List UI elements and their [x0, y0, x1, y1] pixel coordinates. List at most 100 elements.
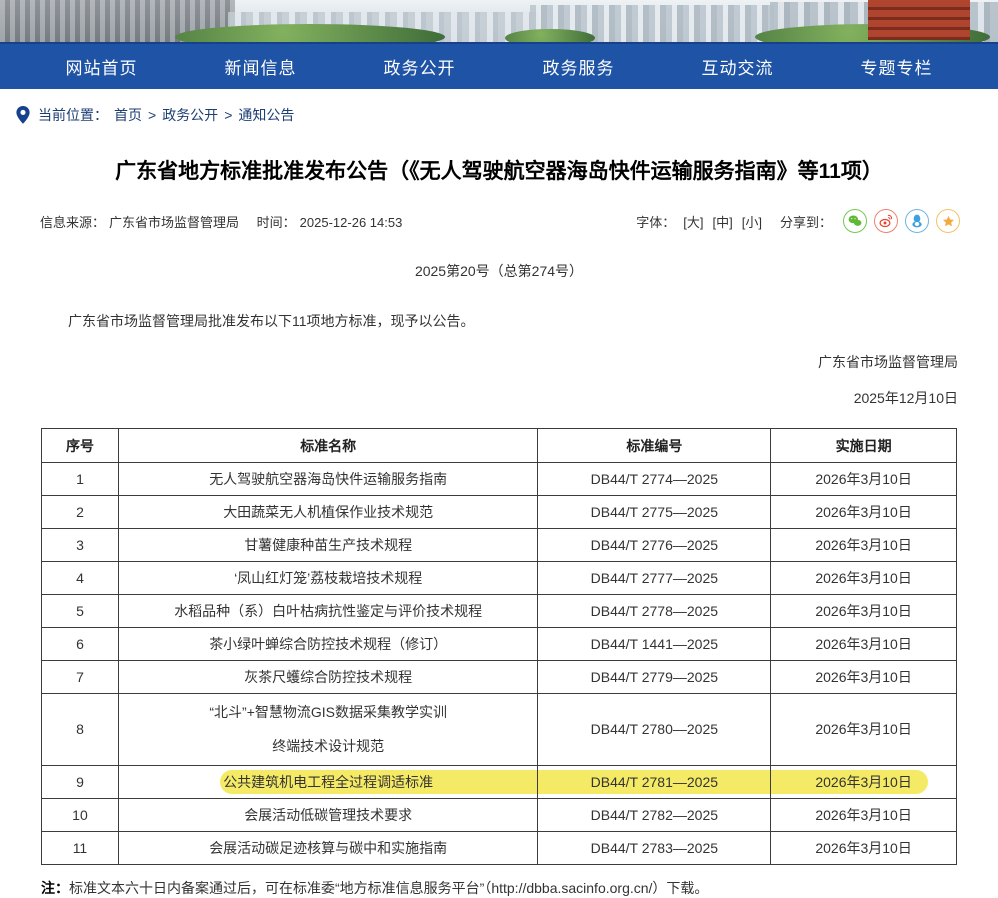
wechat-icon	[847, 213, 863, 229]
cell-code: DB44/T 2781—2025	[538, 766, 771, 799]
cell-code: DB44/T 2782—2025	[538, 799, 771, 832]
nav-item-news[interactable]: 新闻信息	[181, 44, 340, 89]
cell-code: DB44/T 2783—2025	[538, 832, 771, 865]
time-label: 时间：	[257, 215, 296, 230]
cell-no: 1	[42, 463, 119, 496]
weibo-icon	[878, 213, 894, 229]
cell-name: 茶小绿叶蝉综合防控技术规程（修订）	[119, 628, 539, 661]
cell-date: 2026年3月10日	[771, 799, 957, 832]
share-weibo-button[interactable]	[874, 209, 898, 233]
nav-item-home[interactable]: 网站首页	[22, 44, 181, 89]
table-row: 7 灰茶尺蠖综合防控技术规程 DB44/T 2779—2025 2026年3月1…	[42, 661, 957, 694]
cell-code: DB44/T 2776—2025	[538, 529, 771, 562]
article-meta-row: 信息来源：广东省市场监督管理局 时间：2025-12-26 14:53 字体： …	[40, 209, 960, 233]
cell-code: DB44/T 2779—2025	[538, 661, 771, 694]
cell-name: ‘凤山红灯笼’荔枝栽培技术规程	[119, 562, 539, 595]
header-banner-image	[0, 0, 998, 42]
cell-no: 2	[42, 496, 119, 529]
cell-date: 2026年3月10日	[771, 694, 957, 766]
cell-code: DB44/T 2778—2025	[538, 595, 771, 628]
share-label: 分享到：	[780, 212, 832, 231]
font-size-large-button[interactable]: [大]	[683, 212, 703, 231]
table-row: 6 茶小绿叶蝉综合防控技术规程（修订） DB44/T 1441—2025 202…	[42, 628, 957, 661]
source-label: 信息来源：	[40, 215, 105, 230]
cell-code: DB44/T 2775—2025	[538, 496, 771, 529]
nav-item-gov-open[interactable]: 政务公开	[340, 44, 499, 89]
cell-code: DB44/T 2777—2025	[538, 562, 771, 595]
cell-date: 2026年3月10日	[771, 832, 957, 865]
breadcrumb-separator: >	[148, 107, 156, 123]
cell-name: 甘薯健康种苗生产技术规程	[119, 529, 539, 562]
page-title: 广东省地方标准批准发布公告（《无人驾驶航空器海岛快件运输服务指南》等11项）	[40, 155, 958, 185]
cell-name: 水稻品种（系）白叶枯病抗性鉴定与评价技术规程	[119, 595, 539, 628]
table-header-row: 序号 标准名称 标准编号 实施日期	[42, 429, 957, 463]
cell-date: 2026年3月10日	[771, 766, 957, 799]
cell-date: 2026年3月10日	[771, 661, 957, 694]
table-row-highlighted: 9 公共建筑机电工程全过程调适标准 DB44/T 2781—2025 2026年…	[42, 766, 957, 799]
font-size-medium-button[interactable]: [中]	[713, 212, 733, 231]
cell-no: 7	[42, 661, 119, 694]
col-header-date: 实施日期	[771, 429, 957, 463]
table-row: 3 甘薯健康种苗生产技术规程 DB44/T 2776—2025 2026年3月1…	[42, 529, 957, 562]
table-row: 10 会展活动低碳管理技术要求 DB44/T 2782—2025 2026年3月…	[42, 799, 957, 832]
standards-table: 序号 标准名称 标准编号 实施日期 1 无人驾驶航空器海岛快件运输服务指南 DB…	[41, 428, 957, 865]
footnote-prefix: 注：	[41, 880, 69, 896]
share-qq-button[interactable]	[905, 209, 929, 233]
nav-item-gov-service[interactable]: 政务服务	[499, 44, 658, 89]
cell-code: DB44/T 1441—2025	[538, 628, 771, 661]
cell-no: 6	[42, 628, 119, 661]
cell-date: 2026年3月10日	[771, 463, 957, 496]
nav-item-special[interactable]: 专题专栏	[817, 44, 976, 89]
breadcrumb-notices[interactable]: 通知公告	[238, 105, 294, 125]
cell-name: 大田蔬菜无人机植保作业技术规范	[119, 496, 539, 529]
breadcrumb-label: 当前位置：	[38, 105, 108, 125]
cell-date: 2026年3月10日	[771, 562, 957, 595]
article-source-info: 信息来源：广东省市场监督管理局 时间：2025-12-26 14:53	[40, 212, 406, 231]
time-value: 2025-12-26 14:53	[300, 215, 403, 230]
cell-date: 2026年3月10日	[771, 496, 957, 529]
share-wechat-button[interactable]	[843, 209, 867, 233]
table-row: 1 无人驾驶航空器海岛快件运输服务指南 DB44/T 2774—2025 202…	[42, 463, 957, 496]
main-nav: 网站首页 新闻信息 政务公开 政务服务 互动交流 专题专栏	[0, 42, 998, 89]
banner-pagoda	[868, 0, 970, 40]
font-size-label: 字体：	[636, 212, 675, 231]
col-header-code: 标准编号	[538, 429, 771, 463]
cell-name: 会展活动碳足迹核算与碳中和实施指南	[119, 832, 539, 865]
cell-name: 公共建筑机电工程全过程调适标准	[119, 766, 539, 799]
cell-name: 灰茶尺蠖综合防控技术规程	[119, 661, 539, 694]
nav-item-interaction[interactable]: 互动交流	[658, 44, 817, 89]
cell-code: DB44/T 2780—2025	[538, 694, 771, 766]
table-row: 4 ‘凤山红灯笼’荔枝栽培技术规程 DB44/T 2777—2025 2026年…	[42, 562, 957, 595]
cell-no: 3	[42, 529, 119, 562]
table-row: 11 会展活动碳足迹核算与碳中和实施指南 DB44/T 2783—2025 20…	[42, 832, 957, 865]
cell-no: 8	[42, 694, 119, 766]
location-pin-icon	[14, 105, 32, 125]
cell-code: DB44/T 2774—2025	[538, 463, 771, 496]
cell-no: 4	[42, 562, 119, 595]
cell-date: 2026年3月10日	[771, 595, 957, 628]
article-tools: 字体： [大] [中] [小] 分享到：	[636, 209, 960, 233]
breadcrumb: 当前位置： 首页 > 政务公开 > 通知公告	[14, 103, 998, 127]
footnote: 注：标准文本六十日内备案通过后，可在标准委“地方标准信息服务平台”（http:/…	[41, 878, 957, 898]
cell-name: “北斗”+智慧物流GIS数据采集教学实训 终端技术设计规范	[119, 694, 539, 766]
share-favorite-button[interactable]	[936, 209, 960, 233]
qq-icon	[909, 213, 925, 229]
cell-no: 5	[42, 595, 119, 628]
cell-no: 11	[42, 832, 119, 865]
table-row: 8 “北斗”+智慧物流GIS数据采集教学实训 终端技术设计规范 DB44/T 2…	[42, 694, 957, 766]
col-header-no: 序号	[42, 429, 119, 463]
signature-date: 2025年12月10日	[40, 388, 958, 408]
col-header-name: 标准名称	[119, 429, 539, 463]
table-row: 5 水稻品种（系）白叶枯病抗性鉴定与评价技术规程 DB44/T 2778—202…	[42, 595, 957, 628]
breadcrumb-separator: >	[224, 107, 232, 123]
font-size-small-button[interactable]: [小]	[742, 212, 762, 231]
breadcrumb-gov-open[interactable]: 政务公开	[162, 105, 218, 125]
footnote-text: 标准文本六十日内备案通过后，可在标准委“地方标准信息服务平台”（http://d…	[69, 880, 708, 896]
cell-name: 会展活动低碳管理技术要求	[119, 799, 539, 832]
breadcrumb-home[interactable]: 首页	[114, 105, 142, 125]
cell-no: 9	[42, 766, 119, 799]
table-row: 2 大田蔬菜无人机植保作业技术规范 DB44/T 2775—2025 2026年…	[42, 496, 957, 529]
cell-date: 2026年3月10日	[771, 628, 957, 661]
doc-number: 2025第20号（总第274号）	[0, 261, 998, 281]
article-body: 广东省市场监督管理局批准发布以下11项地方标准，现予以公告。	[40, 311, 958, 332]
